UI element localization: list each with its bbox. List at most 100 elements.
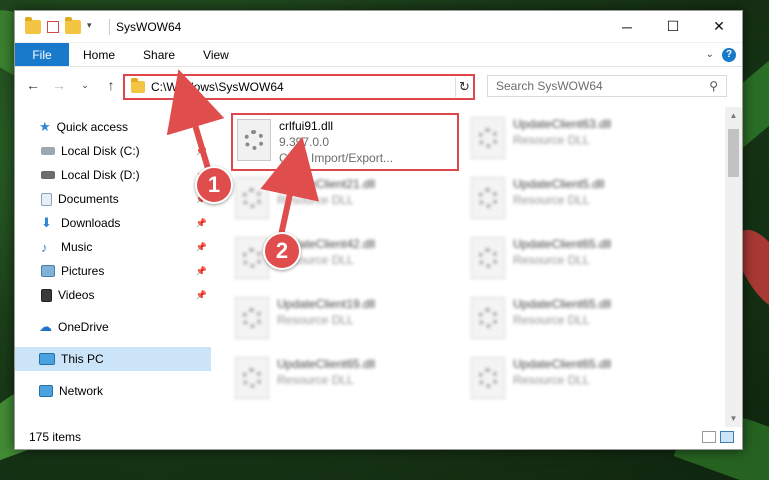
quick-access-toolbar: ▾ (15, 16, 103, 34)
vertical-scrollbar[interactable]: ▲ ▼ (725, 107, 742, 427)
sidebar-item-downloads[interactable]: ⬇ Downloads 📌 (15, 211, 211, 235)
cloud-icon: ☁ (39, 319, 52, 334)
sidebar-item-label: OneDrive (58, 320, 109, 334)
callout-badge-2: 2 (263, 232, 301, 270)
back-arrow-icon[interactable]: ← (23, 77, 43, 93)
navigation-pane: ★ Quick access Local Disk (C:) 📌 Local D… (15, 107, 211, 411)
dll-file-icon (471, 237, 505, 279)
file-name: UpdateClient21.dll (277, 177, 376, 191)
help-icon[interactable]: ? (722, 47, 736, 62)
sidebar-item-label: Documents (58, 192, 119, 206)
file-description: Resource DLL (513, 373, 590, 387)
sidebar-item-label: This PC (61, 352, 104, 366)
address-bar[interactable]: C:\Windows\SysWOW64 ⌄ (123, 74, 475, 100)
sidebar-item-this-pc[interactable]: This PC (15, 347, 211, 371)
dll-file-icon (471, 177, 505, 219)
search-input[interactable]: Search SysWOW64 (496, 79, 709, 93)
customize-toolbar-icon[interactable]: ▾ (87, 20, 103, 34)
videos-icon (41, 288, 52, 302)
pin-icon[interactable]: 📌 (196, 242, 207, 253)
tab-home[interactable]: Home (69, 43, 129, 66)
expand-ribbon-icon[interactable]: ⌄ (706, 49, 714, 60)
minimize-icon[interactable]: ─ (604, 11, 650, 43)
window-controls: ─ ☐ ✕ (604, 11, 742, 43)
file-item[interactable]: UpdateClient65.dll Resource DLL (467, 353, 687, 409)
scroll-thumb[interactable] (728, 129, 739, 177)
file-name: crlfui91.dll (279, 119, 334, 133)
sidebar-item-label: Quick access (56, 120, 129, 134)
dll-file-icon (471, 357, 505, 399)
file-description: Resource DLL (513, 133, 590, 147)
properties-icon[interactable] (47, 20, 59, 33)
folder-icon (131, 78, 145, 93)
sidebar-item-local-disk-d[interactable]: Local Disk (D:) 📌 (15, 163, 211, 187)
file-name: UpdateClient19.dll (277, 297, 376, 311)
file-item[interactable]: UpdateClient65.dll Resource DLL (467, 293, 687, 349)
refresh-icon[interactable]: ↻ (455, 77, 473, 97)
computer-icon (39, 353, 55, 365)
window-title: SysWOW64 (116, 19, 182, 34)
sidebar-item-quick-access[interactable]: ★ Quick access (15, 115, 211, 139)
title-bar: ▾ SysWOW64 ─ ☐ ✕ (15, 11, 742, 43)
close-icon[interactable]: ✕ (696, 11, 742, 43)
file-item[interactable]: UpdateClient19.dll Resource DLL (231, 293, 451, 349)
documents-icon (41, 192, 52, 206)
file-name: UpdateClient65.dll (513, 297, 612, 311)
pin-icon[interactable]: 📌 (196, 218, 207, 229)
music-icon: ♪ (41, 239, 48, 255)
pin-icon[interactable]: 📌 (196, 146, 207, 157)
tab-view[interactable]: View (189, 43, 243, 66)
star-icon: ★ (39, 119, 51, 134)
up-arrow-icon[interactable]: ↑ (101, 77, 121, 93)
file-description: Resource DLL (277, 313, 354, 327)
status-bar: 175 items (15, 425, 742, 449)
sidebar-item-label: Pictures (61, 264, 105, 278)
new-folder-icon[interactable] (65, 16, 81, 34)
sidebar-item-label: Music (61, 240, 93, 254)
file-item[interactable]: UpdateClient63.dll Resource DLL (467, 113, 687, 169)
scroll-down-icon[interactable]: ▼ (725, 414, 742, 423)
tab-file[interactable]: File (15, 43, 69, 66)
sidebar-item-label: Videos (58, 288, 95, 302)
title-separator (109, 18, 110, 35)
file-item-selected[interactable]: crlfui91.dll 9.397.0.0 Corel Import/Expo… (231, 113, 459, 171)
pin-icon[interactable]: 📌 (196, 266, 207, 277)
file-description: Resource DLL (277, 373, 354, 387)
file-item[interactable]: UpdateClient65.dll Resource DLL (231, 353, 451, 409)
sidebar-item-label: Local Disk (C:) (61, 144, 140, 158)
forward-arrow-icon[interactable]: → (49, 77, 69, 93)
sidebar-item-onedrive[interactable]: ☁ OneDrive (15, 315, 211, 339)
tiles-view-icon[interactable] (720, 431, 734, 443)
file-name: UpdateClient65.dll (513, 357, 612, 371)
search-box[interactable]: Search SysWOW64 ⚲ (487, 75, 727, 97)
file-item[interactable]: UpdateClient21.dll Resource DLL (231, 173, 451, 229)
file-item[interactable]: UpdateClient65.dll Resource DLL (467, 233, 687, 289)
details-view-icon[interactable] (702, 431, 716, 443)
explorer-window: ▾ SysWOW64 ─ ☐ ✕ File Home Share View ⌄ … (14, 10, 743, 450)
dll-file-icon (235, 357, 269, 399)
file-item[interactable]: UpdateClient42.dll Resource DLL (231, 233, 451, 289)
sidebar-item-label: Downloads (61, 216, 121, 230)
file-name: UpdateClient63.dll (513, 117, 612, 131)
callout-badge-1: 1 (195, 166, 233, 204)
file-item[interactable]: UpdateClient5.dll Resource DLL (467, 173, 687, 229)
scroll-up-icon[interactable]: ▲ (725, 111, 742, 120)
maximize-icon[interactable]: ☐ (650, 11, 696, 43)
file-version: 9.397.0.0 (279, 135, 330, 149)
recent-locations-icon[interactable]: ⌄ (75, 80, 95, 91)
dll-file-icon (471, 297, 505, 339)
pin-icon[interactable]: 📌 (196, 290, 207, 301)
sidebar-item-local-disk-c[interactable]: Local Disk (C:) 📌 (15, 139, 211, 163)
sidebar-item-network[interactable]: Network (15, 379, 211, 403)
file-description: Corel Import/Export... (279, 151, 394, 165)
sidebar-item-label: Local Disk (D:) (61, 168, 140, 182)
sidebar-item-pictures[interactable]: Pictures 📌 (15, 259, 211, 283)
search-icon: ⚲ (709, 79, 718, 93)
dll-file-icon (235, 297, 269, 339)
drive-icon (41, 171, 55, 179)
sidebar-item-music[interactable]: ♪ Music 📌 (15, 235, 211, 259)
file-name: UpdateClient5.dll (513, 177, 605, 191)
tab-share[interactable]: Share (129, 43, 189, 66)
sidebar-item-documents[interactable]: Documents 📌 (15, 187, 211, 211)
sidebar-item-videos[interactable]: Videos 📌 (15, 283, 211, 307)
